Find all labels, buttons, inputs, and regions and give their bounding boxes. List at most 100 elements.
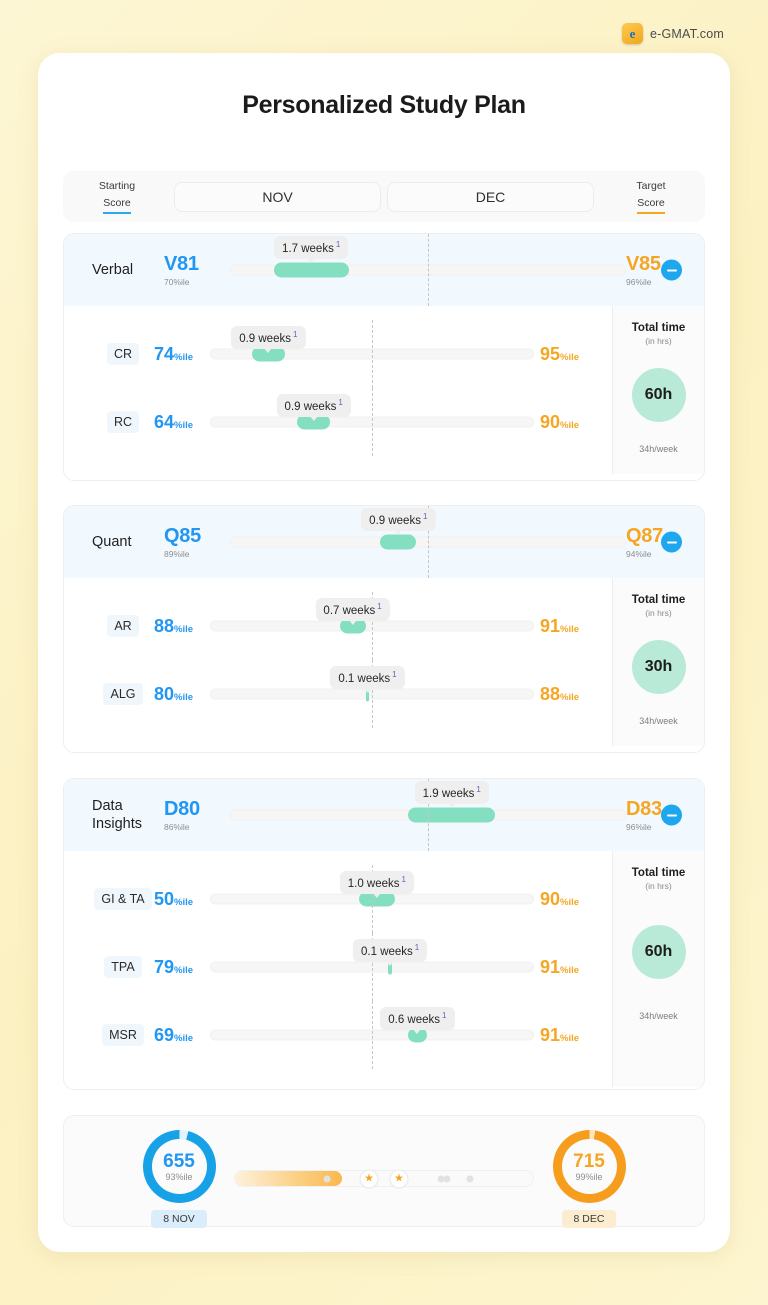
progress-bar[interactable]: ★ ★ bbox=[234, 1169, 534, 1188]
total-time-panel: Total time (in hrs) 60h 34h/week bbox=[612, 306, 704, 474]
row-target-score: 88%ile bbox=[540, 683, 580, 704]
total-time-panel: Total time (in hrs) 30h 34h/week bbox=[612, 578, 704, 746]
row-progress-bar: 0.9 weeks 1 bbox=[210, 320, 534, 388]
section-start-score: Q85 89%ile bbox=[164, 525, 201, 559]
section-body: GI & TA 50%ile 1.0 weeks 1 90%ile TPA 79%… bbox=[64, 851, 704, 1087]
today-divider bbox=[428, 234, 429, 306]
weeks-badge: 0.6 weeks 1 bbox=[380, 1007, 455, 1034]
row-target-score: 95%ile bbox=[540, 343, 580, 364]
row-progress-bar: 0.9 weeks 1 bbox=[210, 388, 534, 456]
row-start-score: 69%ile bbox=[154, 1024, 194, 1045]
bar-fill bbox=[408, 807, 496, 823]
table-row: CR 74%ile 0.9 weeks 1 95%ile bbox=[64, 320, 612, 388]
starting-score-line2: Score bbox=[103, 197, 131, 214]
weeks-badge: 0.1 weeks 1 bbox=[353, 939, 428, 966]
subsection-chip-wrap: CR bbox=[92, 343, 154, 365]
target-score-percentile: 99%ile bbox=[575, 1171, 603, 1182]
row-target-score: 90%ile bbox=[540, 411, 580, 432]
target-score-ring-block: 715 99%ile 8 DEC bbox=[534, 1130, 644, 1228]
total-time-title: Total time bbox=[631, 867, 686, 879]
section-title: Verbal bbox=[92, 262, 134, 278]
hours-per-week: 34h/week bbox=[639, 1011, 678, 1021]
row-target-score: 91%ile bbox=[540, 1024, 580, 1045]
weeks-badge: 0.1 weeks 1 bbox=[330, 666, 405, 693]
section-header: Data Insights D80 86%ile 1.9 weeks 1 D83 9… bbox=[64, 779, 704, 851]
study-plan-page: e e-GMAT.com Personalized Study Plan Sta… bbox=[0, 0, 768, 1305]
minus-circle-icon[interactable] bbox=[661, 259, 682, 281]
today-divider bbox=[372, 320, 373, 388]
starting-score-line1: Starting bbox=[98, 179, 136, 192]
main-card: Personalized Study Plan Starting Score N… bbox=[38, 53, 730, 1252]
subsection-label: AR bbox=[107, 615, 139, 637]
row-progress-bar: 0.7 weeks 1 bbox=[210, 592, 534, 660]
row-target-score: 90%ile bbox=[540, 888, 580, 909]
total-time-units: (in hrs) bbox=[645, 608, 672, 618]
total-time-title: Total time bbox=[631, 322, 686, 334]
score-summary: 655 93%ile 8 NOV ★ ★ 715 99%ile 8 DEC bbox=[63, 1115, 705, 1228]
total-time-units: (in hrs) bbox=[645, 336, 672, 346]
subsection-chip-wrap: TPA bbox=[92, 956, 154, 978]
weeks-badge: 1.9 weeks 1 bbox=[414, 781, 489, 808]
minus-circle-icon[interactable] bbox=[661, 804, 682, 826]
total-hours-circle: 60h bbox=[631, 925, 686, 979]
section-body: CR 74%ile 0.9 weeks 1 95%ile RC 64%ile 0… bbox=[64, 306, 704, 474]
total-hours-circle: 30h bbox=[631, 640, 686, 694]
row-start-score: 80%ile bbox=[154, 683, 194, 704]
table-row: ALG 80%ile 0.1 weeks 1 88%ile bbox=[64, 660, 612, 728]
page-title: Personalized Study Plan bbox=[242, 91, 526, 119]
month-tab-nov[interactable]: NOV bbox=[174, 181, 381, 212]
row-start-score: 79%ile bbox=[154, 956, 194, 977]
subsection-chip-wrap: ALG bbox=[92, 683, 154, 705]
table-row: GI & TA 50%ile 1.0 weeks 1 90%ile bbox=[64, 865, 612, 933]
table-row: AR 88%ile 0.7 weeks 1 91%ile bbox=[64, 592, 612, 660]
target-date-chip: 8 DEC bbox=[561, 1210, 617, 1228]
target-score-line1: Target bbox=[636, 179, 666, 192]
total-hours-circle: 60h bbox=[631, 368, 686, 422]
table-row: RC 64%ile 0.9 weeks 1 90%ile bbox=[64, 388, 612, 456]
starting-score-ring: 655 93%ile bbox=[142, 1130, 216, 1203]
today-divider bbox=[372, 388, 373, 456]
row-progress-bar: 0.6 weeks 1 bbox=[210, 1001, 534, 1069]
row-start-score: 64%ile bbox=[154, 411, 194, 432]
target-score-value: 715 bbox=[573, 1150, 605, 1172]
subsection-label: ALG bbox=[103, 683, 143, 705]
bar-fill bbox=[380, 534, 417, 550]
subsection-chip-wrap: GI & TA bbox=[92, 888, 154, 910]
target-score-ring: 715 99%ile bbox=[552, 1130, 626, 1203]
milestone-dot-icon bbox=[466, 1175, 474, 1182]
starting-score-label: Starting Score bbox=[63, 180, 171, 214]
row-progress-bar: 0.1 weeks 1 bbox=[210, 933, 534, 1001]
weeks-badge: 0.9 weeks 1 bbox=[276, 394, 351, 421]
section-progress-bar: 1.9 weeks 1 bbox=[230, 779, 626, 851]
target-score-line2: Score bbox=[637, 197, 665, 214]
section-quant: Quant Q85 89%ile 0.9 weeks 1 Q87 94%ile A… bbox=[63, 505, 705, 753]
total-time-panel: Total time (in hrs) 60h 34h/week bbox=[612, 851, 704, 1087]
subsection-label: TPA bbox=[104, 956, 142, 978]
month-tab-dec[interactable]: DEC bbox=[387, 181, 594, 212]
section-title: Quant bbox=[92, 534, 132, 550]
target-score-label: Target Score bbox=[597, 180, 705, 214]
section-start-score: D80 86%ile bbox=[164, 798, 200, 832]
weeks-badge: 0.9 weeks 1 bbox=[361, 508, 436, 535]
minus-circle-icon[interactable] bbox=[661, 531, 682, 553]
milestone-star-icon[interactable]: ★ bbox=[389, 1169, 409, 1188]
starting-score-percentile: 93%ile bbox=[165, 1171, 193, 1182]
section-header: Quant Q85 89%ile 0.9 weeks 1 Q87 94%ile bbox=[64, 506, 704, 578]
row-start-score: 88%ile bbox=[154, 615, 194, 636]
subsection-chip-wrap: RC bbox=[92, 411, 154, 433]
row-progress-bar: 1.0 weeks 1 bbox=[210, 865, 534, 933]
starting-score-value: 655 bbox=[163, 1150, 195, 1172]
section-start-score: V81 70%ile bbox=[164, 253, 199, 287]
weeks-badge: 0.7 weeks 1 bbox=[315, 598, 390, 625]
hours-per-week: 34h/week bbox=[639, 444, 678, 454]
timeline-header: Starting Score NOV DEC Target Score bbox=[63, 171, 705, 222]
section-data-insights: Data Insights D80 86%ile 1.9 weeks 1 D83 9… bbox=[63, 778, 705, 1090]
section-verbal: Verbal V81 70%ile 1.7 weeks 1 V85 96%ile … bbox=[63, 233, 705, 481]
row-target-score: 91%ile bbox=[540, 615, 580, 636]
milestone-dot-icon bbox=[443, 1175, 451, 1182]
section-header: Verbal V81 70%ile 1.7 weeks 1 V85 96%ile bbox=[64, 234, 704, 306]
table-row: MSR 69%ile 0.6 weeks 1 91%ile bbox=[64, 1001, 612, 1069]
milestone-star-icon[interactable]: ★ bbox=[359, 1169, 379, 1188]
total-time-title: Total time bbox=[631, 594, 686, 606]
subsection-rows: AR 88%ile 0.7 weeks1 91%ile ALG 80%ile bbox=[64, 578, 612, 746]
